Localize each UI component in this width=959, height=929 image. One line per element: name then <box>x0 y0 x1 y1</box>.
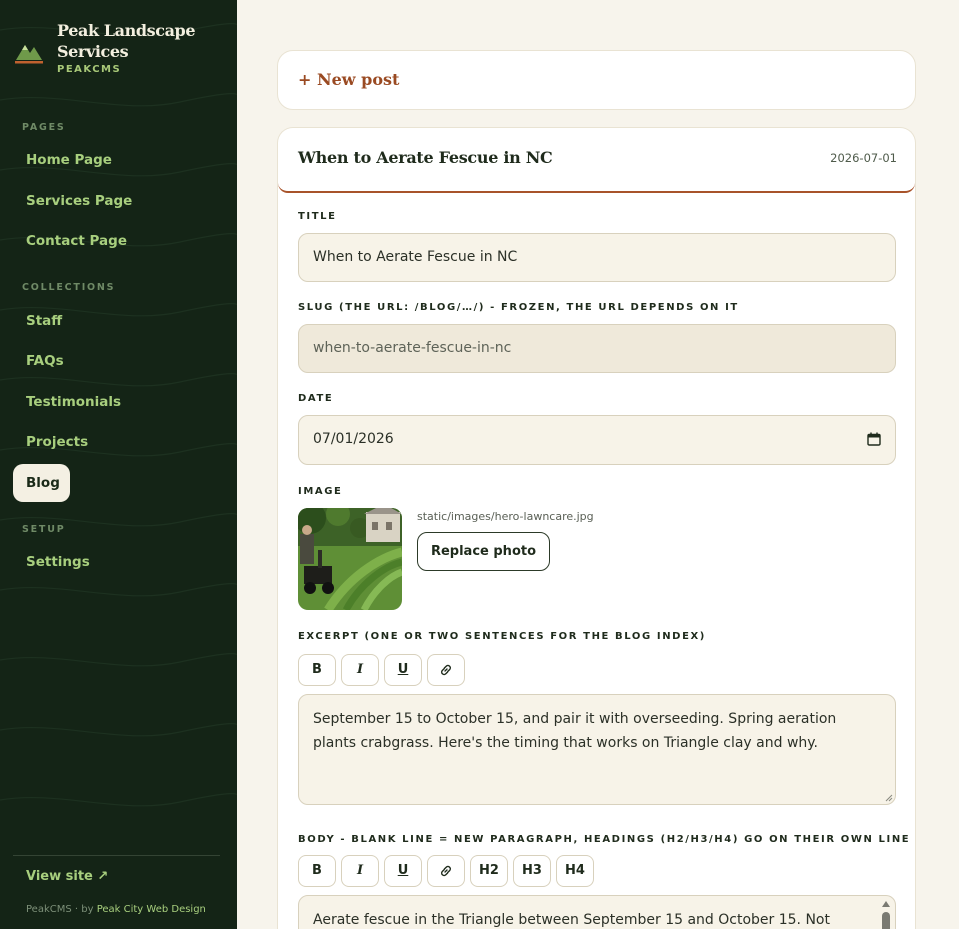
date-input-value: 07/01/2026 <box>313 431 394 447</box>
post-image-thumbnail <box>298 508 402 610</box>
view-site-link[interactable]: View site ↗ <box>26 869 108 884</box>
body-toolbar: B I U H2 H3 H4 <box>298 855 594 887</box>
post-title-heading: When to Aerate Fescue in NC <box>298 148 553 167</box>
nav-section-setup: SETUP <box>22 524 66 535</box>
excerpt-text: September 15 to October 15, and pair it … <box>313 711 837 751</box>
post-editor: When to Aerate Fescue in NC 2026-07-01 T… <box>277 127 916 929</box>
slug-input: when-to-aerate-fescue-in-nc <box>298 324 896 373</box>
body-h4-button[interactable]: H4 <box>556 855 594 887</box>
footer-prefix: PeakCMS · by <box>26 904 97 915</box>
body-bold-button[interactable]: B <box>298 855 336 887</box>
sidebar-item-staff[interactable]: Staff <box>13 302 223 340</box>
brand-name: Peak Landscape Services <box>57 21 196 61</box>
sidebar-item-testimonials[interactable]: Testimonials <box>13 383 223 421</box>
calendar-icon[interactable] <box>867 432 881 446</box>
body-textarea[interactable]: Aerate fescue in the Triangle between Se… <box>298 895 896 929</box>
footer-credit-link[interactable]: Peak City Web Design <box>97 904 206 915</box>
brand[interactable]: Peak Landscape Services PEAKCMS <box>14 20 207 75</box>
body-link-button[interactable] <box>427 855 465 887</box>
nav-section-pages: PAGES <box>22 122 66 133</box>
sidebar-item-projects[interactable]: Projects <box>13 423 223 461</box>
scrollbar[interactable] <box>881 900 891 929</box>
sidebar-item-faqs[interactable]: FAQs <box>13 342 223 380</box>
sidebar-item-services-page[interactable]: Services Page <box>13 182 223 220</box>
title-input[interactable]: When to Aerate Fescue in NC <box>298 233 896 282</box>
link-icon <box>441 865 451 877</box>
image-path: static/images/hero-lawncare.jpg <box>417 510 594 523</box>
image-field-label: IMAGE <box>298 486 343 497</box>
excerpt-link-button[interactable] <box>427 654 465 686</box>
sidebar: Peak Landscape Services PEAKCMS PAGES Ho… <box>0 0 237 929</box>
post-date-label: 2026-07-01 <box>830 151 897 165</box>
slug-field-label: SLUG (THE URL: /BLOG/…/) - FROZEN, THE U… <box>298 302 739 313</box>
excerpt-toolbar: B I U <box>298 654 465 686</box>
footer-credit: PeakCMS · by Peak City Web Design <box>26 904 206 915</box>
body-h3-button[interactable]: H3 <box>513 855 551 887</box>
excerpt-textarea[interactable]: September 15 to October 15, and pair it … <box>298 694 896 805</box>
sidebar-divider <box>13 855 220 856</box>
brand-subtitle: PEAKCMS <box>57 64 122 75</box>
date-input[interactable]: 07/01/2026 <box>298 415 896 465</box>
excerpt-underline-button[interactable]: U <box>384 654 422 686</box>
body-field-label: BODY - BLANK LINE = NEW PARAGRAPH, HEADI… <box>298 834 911 845</box>
sidebar-item-contact-page[interactable]: Contact Page <box>13 222 223 260</box>
sidebar-item-home-page[interactable]: Home Page <box>13 141 223 179</box>
excerpt-field-label: EXCERPT (ONE OR TWO SENTENCES FOR THE BL… <box>298 631 706 642</box>
link-icon <box>441 664 451 676</box>
resize-grip-icon[interactable] <box>885 794 893 802</box>
body-underline-button[interactable]: U <box>384 855 422 887</box>
nav-section-collections: COLLECTIONS <box>22 282 116 293</box>
replace-photo-button[interactable]: Replace photo <box>417 532 550 571</box>
sidebar-item-blog[interactable]: Blog <box>13 464 70 502</box>
body-h2-button[interactable]: H2 <box>470 855 508 887</box>
mountain-logo-icon <box>15 45 43 64</box>
body-italic-button[interactable]: I <box>341 855 379 887</box>
new-post-button[interactable]: + New post <box>277 50 916 110</box>
body-text: Aerate fescue in the Triangle between Se… <box>313 912 830 928</box>
post-editor-header[interactable]: When to Aerate Fescue in NC 2026-07-01 <box>278 128 915 193</box>
new-post-label: + New post <box>298 70 400 89</box>
title-field-label: TITLE <box>298 211 337 222</box>
excerpt-italic-button[interactable]: I <box>341 654 379 686</box>
sidebar-item-settings[interactable]: Settings <box>13 543 223 581</box>
excerpt-bold-button[interactable]: B <box>298 654 336 686</box>
date-field-label: DATE <box>298 393 334 404</box>
